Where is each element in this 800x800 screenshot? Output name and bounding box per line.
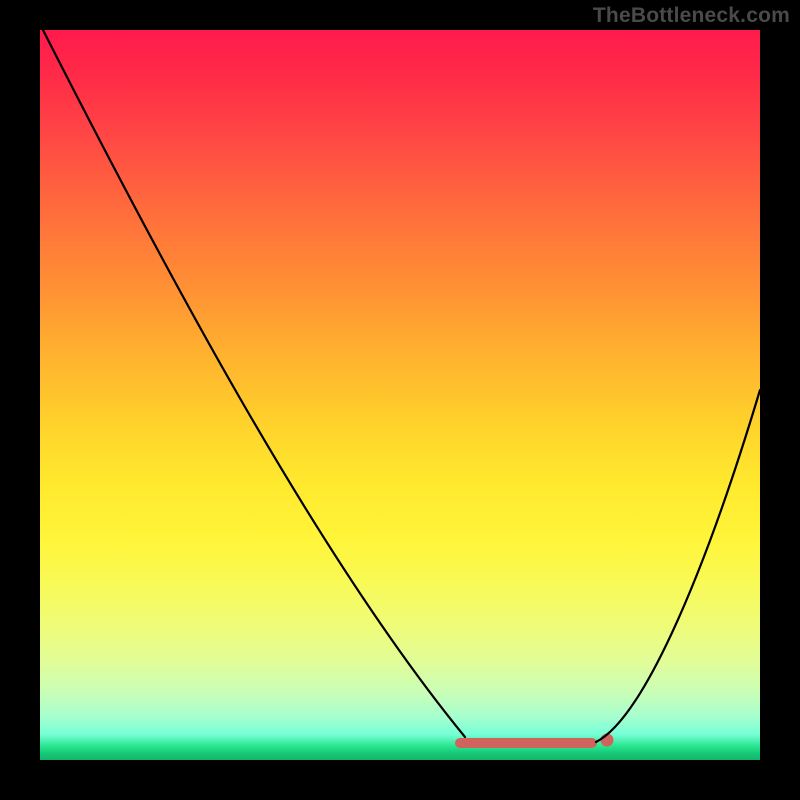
curve-left-branch [43,30,465,737]
plot-area [40,30,760,760]
curve-right-branch [596,390,760,742]
chart-frame: TheBottleneck.com [0,0,800,800]
watermark-text: TheBottleneck.com [593,4,790,28]
curve-svg [40,30,760,760]
